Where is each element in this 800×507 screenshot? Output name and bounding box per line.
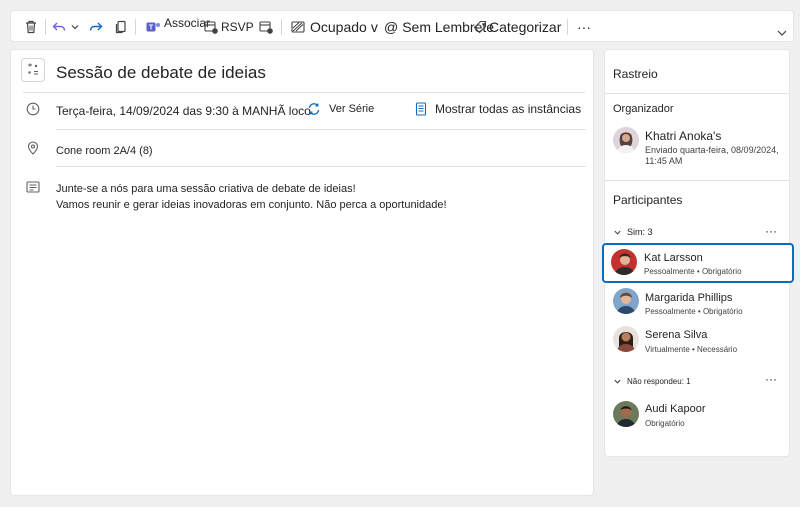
toolbar-divider bbox=[135, 19, 136, 35]
attendees-heading: Participantes bbox=[613, 193, 683, 207]
forward-button[interactable] bbox=[88, 11, 104, 43]
calendar-reply-icon bbox=[204, 21, 218, 34]
notes-icon bbox=[25, 179, 41, 195]
show-all-instances-button[interactable]: Mostrar todas as instâncias bbox=[415, 102, 581, 116]
svg-text:T: T bbox=[149, 25, 154, 32]
show-all-label: Mostrar todas as instâncias bbox=[435, 102, 582, 116]
tag-icon bbox=[473, 20, 487, 34]
event-datetime: Terça-feira, 14/09/2024 das 9:30 à MANHÃ… bbox=[56, 104, 311, 118]
busy-chevron: v bbox=[370, 19, 378, 35]
attendee-avatar bbox=[611, 249, 637, 275]
divider bbox=[605, 93, 789, 94]
tracking-title: Rastreio bbox=[613, 67, 658, 81]
attendee-detail: Pessoalmente • Obrigatório bbox=[644, 267, 742, 276]
event-location: Cone room 2A/4 (8) bbox=[56, 145, 153, 157]
rsvp-button[interactable]: RSVP bbox=[203, 11, 254, 43]
reminder-icon: @ bbox=[384, 19, 399, 35]
teams-icon: T bbox=[146, 22, 160, 32]
reply-options-chevron[interactable] bbox=[70, 11, 80, 43]
recurring-icon bbox=[308, 103, 320, 115]
more-options-button[interactable]: ··· bbox=[577, 11, 591, 43]
command-toolbar: T Associar RSVP Ocupado v @ Sem Lembrete… bbox=[10, 10, 794, 42]
divider bbox=[605, 180, 789, 181]
reply-icon bbox=[52, 22, 66, 31]
attendee-name[interactable]: Margarida Phillips bbox=[645, 292, 732, 304]
tracking-pane: Rastreio Organizador Khatri Anoka's Envi… bbox=[602, 49, 794, 457]
delete-button[interactable] bbox=[23, 11, 39, 43]
attendee-detail: Obrigatório bbox=[645, 419, 685, 428]
view-series-label: Ver Série bbox=[329, 103, 375, 115]
organizer-name[interactable]: Khatri Anoka's bbox=[645, 129, 721, 143]
organizer-heading: Organizador bbox=[613, 103, 674, 115]
noresponse-group-more-button[interactable]: ··· bbox=[765, 372, 777, 386]
group-icon bbox=[28, 63, 38, 75]
categorize-button[interactable]: Categorizar bbox=[473, 11, 561, 43]
attendee-name[interactable]: Serena Silva bbox=[645, 329, 707, 341]
event-body-line: Junte-se a nós para uma sessão criativa … bbox=[56, 183, 356, 195]
associate-teams-button[interactable]: T Associar bbox=[145, 11, 210, 43]
location-icon bbox=[25, 140, 41, 156]
copy-icon bbox=[115, 20, 126, 34]
attendee-avatar[interactable] bbox=[613, 288, 639, 314]
event-type-button[interactable] bbox=[21, 58, 45, 82]
yes-group-more-button[interactable]: ··· bbox=[765, 224, 777, 238]
organizer-sent-time: 11:45 AM bbox=[645, 156, 683, 166]
chevron-down-icon bbox=[614, 379, 621, 384]
attendee-detail: Pessoalmente • Obrigatório bbox=[645, 307, 743, 316]
reply-button[interactable] bbox=[51, 11, 67, 43]
calendar-options-button[interactable] bbox=[258, 11, 274, 43]
copy-button[interactable] bbox=[113, 11, 129, 43]
status-busy-icon bbox=[291, 21, 305, 33]
document-icon bbox=[415, 102, 427, 116]
attendee-detail: Virtualmente • Necessário bbox=[645, 345, 738, 354]
trash-icon bbox=[26, 20, 36, 34]
toolbar-divider bbox=[281, 19, 282, 35]
forward-icon bbox=[89, 22, 103, 31]
more-icon: ··· bbox=[577, 19, 591, 35]
divider bbox=[56, 129, 586, 130]
organizer-avatar[interactable] bbox=[613, 127, 639, 153]
event-details-pane: Sessão de debate de ideias Terça-feira, … bbox=[10, 49, 594, 496]
organizer-sent: Enviado quarta-feira, 08/09/2024, bbox=[645, 145, 779, 155]
chevron-down-icon bbox=[71, 25, 79, 30]
expand-ribbon-button[interactable] bbox=[776, 17, 788, 49]
chevron-down-icon bbox=[777, 30, 787, 36]
attendee-name: Kat Larsson bbox=[644, 252, 703, 264]
rsvp-label: RSVP bbox=[221, 20, 254, 34]
toolbar-divider bbox=[45, 19, 46, 35]
yes-group-toggle[interactable]: Sim: 3 bbox=[613, 227, 653, 237]
attendee-avatar[interactable] bbox=[613, 326, 639, 352]
view-series-button[interactable]: Ver Série bbox=[307, 102, 374, 116]
yes-group-label: Sim: 3 bbox=[627, 227, 653, 237]
divider bbox=[56, 166, 586, 167]
event-title: Sessão de debate de ideias bbox=[56, 63, 266, 82]
event-body-line: Vamos reunir e gerar ideias inovadoras e… bbox=[56, 199, 447, 211]
categorize-label: Categorizar bbox=[489, 19, 562, 35]
noresponse-group-label: Não respondeu: 1 bbox=[627, 377, 691, 386]
show-as-busy-dropdown[interactable]: Ocupado v bbox=[291, 11, 378, 43]
toolbar-divider bbox=[567, 19, 568, 35]
busy-label: Ocupado bbox=[310, 19, 367, 35]
calendar-clock-icon bbox=[259, 21, 273, 34]
divider bbox=[23, 92, 585, 93]
chevron-down-icon bbox=[614, 230, 621, 235]
attendee-name[interactable]: Audi Kapoor bbox=[645, 403, 706, 415]
attendee-avatar[interactable] bbox=[613, 401, 639, 427]
clock-icon bbox=[25, 101, 41, 117]
noresponse-group-toggle[interactable]: Não respondeu: 1 bbox=[613, 377, 691, 386]
